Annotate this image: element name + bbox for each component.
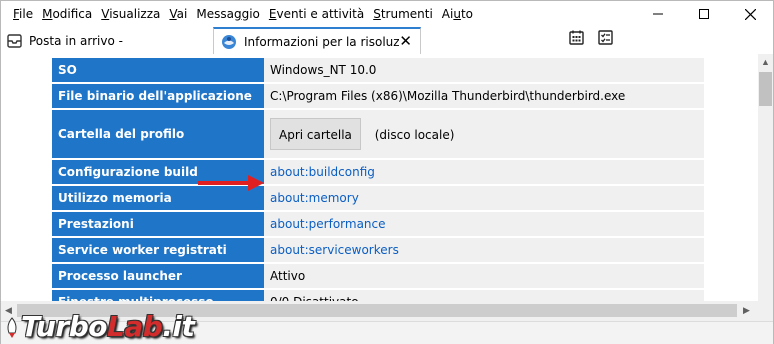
tabbar-icons [569,30,613,45]
row-key: File binario dell'applicazione [52,84,264,108]
close-icon [744,8,756,20]
row-value: Attivo [264,264,704,288]
menu-item-text: Ai [441,7,454,21]
menu-item-text: M [42,7,53,21]
menu: File Modifica Visualizza Vai Messaggio Eventi… [1,1,478,27]
row-key: Finestre multiprocesso [52,290,264,301]
maximize-button[interactable] [681,1,727,27]
menu-item-visualizza[interactable]: Visualizza [97,1,165,27]
menu-item-file[interactable]: File [9,1,38,27]
row-value: Windows_NT 10.0 [264,58,704,82]
table-row: Processo launcher Attivo [52,264,704,288]
tab-inbox[interactable]: Posta in arrivo - [7,27,207,54]
window-controls [635,1,773,27]
scroll-up-icon[interactable]: ▲ [761,57,770,67]
menu-item-text: odifica [52,7,93,21]
app-info-table: SO Windows_NT 10.0 File binario dell'app… [52,56,704,301]
watermark-part3: .it [162,310,195,343]
table-row: Configurazione build about:buildconfig [52,160,704,184]
red-arrow-annotation [198,175,264,191]
menu-item-text: g [233,7,242,21]
menu-item-strumenti[interactable]: Strumenti [369,1,438,27]
thunderbird-icon [222,34,236,49]
table-row: SO Windows_NT 10.0 [52,58,704,82]
turbolab-watermark: TurboLab.it [5,310,195,343]
menu-item-text: Messa [196,7,234,21]
local-disk-note: (disco locale) [374,128,455,142]
menu-item-text: isualizza [109,7,161,21]
menu-bar: File Modifica Visualizza Vai Messaggio Eventi… [1,1,773,27]
menu-item-text: S [373,7,381,21]
table-row: Service worker registrati about:servicew… [52,238,704,262]
table-row: File binario dell'applicazione C:\Progra… [52,84,704,108]
row-key: Prestazioni [52,212,264,236]
open-folder-button[interactable]: Apri cartella [270,118,361,150]
minimize-icon [653,13,663,15]
table-row: Cartella del profilo Apri cartella (disc… [52,110,704,158]
menu-item-text: to [460,7,473,21]
calendar-icon[interactable] [569,30,584,45]
row-key: Processo launcher [52,264,264,288]
minimize-button[interactable] [635,1,681,27]
memory-link[interactable]: about:memory [264,186,704,210]
menu-item-text: ile [19,7,34,21]
scroll-right-icon[interactable]: ▶ [743,305,750,316]
menu-item-text: trumenti [380,7,433,21]
menu-item-messaggio[interactable]: Messaggio [192,1,265,27]
menu-item-eventi[interactable]: Eventi e attività [265,1,369,27]
inbox-icon [7,33,22,48]
watermark-part1: Turbo [21,310,108,343]
performance-link[interactable]: about:performance [264,212,704,236]
menu-item-text: V [169,7,177,21]
app-window: File Modifica Visualizza Vai Messaggio Eventi… [0,0,774,344]
table-row: Utilizzo memoria about:memory [52,186,704,210]
row-value: 0/0 Disattivato [264,290,704,301]
tab-troubleshooting-label: Informazioni per la risoluzio [244,34,399,49]
vertical-scroll-thumb[interactable] [759,72,772,106]
watermark-part2: Lab [107,310,163,343]
row-value: C:\Program Files (x86)\Mozilla Thunderbi… [264,84,704,108]
menu-item-text: u [453,7,461,21]
tasks-icon[interactable] [598,30,613,45]
rocket-logo-icon [7,317,17,338]
buildconfig-link[interactable]: about:buildconfig [264,160,704,184]
row-key: SO [52,58,264,82]
row-key: Cartella del profilo [52,110,264,158]
menu-item-text: ai [176,7,188,21]
tab-inbox-label: Posta in arrivo - [29,33,123,48]
menu-item-aiuto[interactable]: Aiuto [438,1,478,27]
tab-bar: Posta in arrivo - Informazioni per la ri… [1,27,773,80]
table-row: Finestre multiprocesso 0/0 Disattivato [52,290,704,301]
row-value: Apri cartella (disco locale) [264,110,704,158]
tab-close-button[interactable]: ✕ [399,33,412,49]
row-key: Service worker registrati [52,238,264,262]
maximize-icon [699,9,709,19]
close-button[interactable] [727,1,773,27]
content-area: SO Windows_NT 10.0 File binario dell'app… [1,54,758,301]
menu-item-text: gio [241,7,260,21]
menu-item-modifica[interactable]: Modifica [38,1,97,27]
menu-item-text: venti e attività [276,7,365,21]
tab-troubleshooting[interactable]: Informazioni per la risoluzio ✕ [213,27,421,54]
menu-item-vai[interactable]: Vai [165,1,192,27]
vertical-scrollbar[interactable]: ▲ [758,54,773,301]
serviceworkers-link[interactable]: about:serviceworkers [264,238,704,262]
table-row: Prestazioni about:performance [52,212,704,236]
